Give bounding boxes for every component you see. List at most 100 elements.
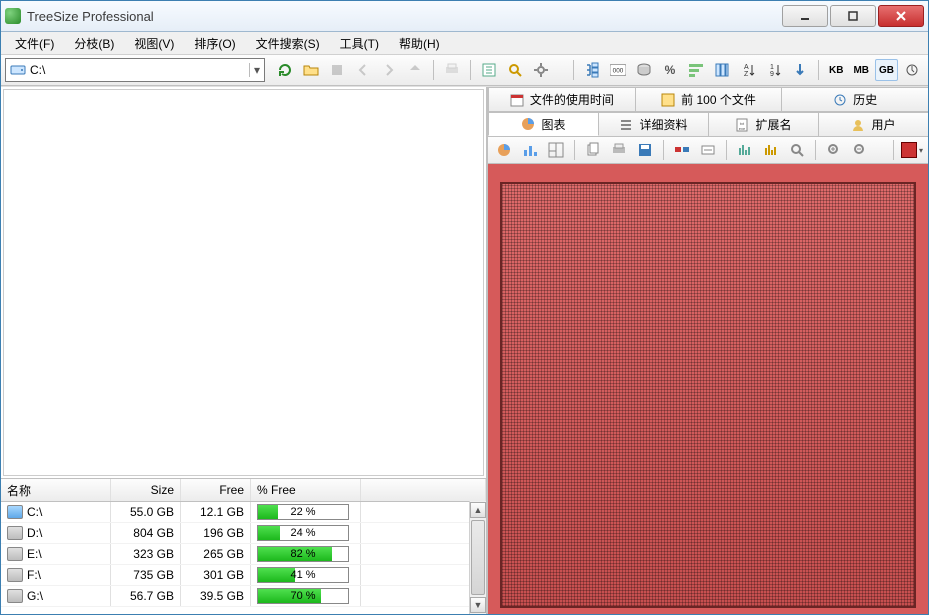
percent-button[interactable]: %	[658, 58, 682, 82]
options-button[interactable]	[529, 58, 553, 82]
content: 名称 Size Free % Free C:\55.0 GB12.1 GB22 …	[1, 86, 928, 614]
color-swatch-icon	[901, 142, 917, 158]
col-label: Free	[219, 483, 244, 497]
open-folder-button[interactable]	[299, 58, 323, 82]
tab-extensions[interactable]: txtexe 扩展名	[708, 112, 819, 136]
back-icon	[355, 62, 371, 78]
stop-button[interactable]	[325, 58, 349, 82]
tab-label: 扩展名	[755, 116, 791, 133]
unit-kb-button[interactable]: KB	[825, 59, 847, 81]
chart-labels-button[interactable]	[696, 138, 720, 162]
chart-pie-button[interactable]	[492, 138, 516, 162]
unit-label: MB	[853, 65, 869, 76]
chart-print-button[interactable]	[607, 138, 631, 162]
col-free[interactable]: Free	[181, 479, 251, 501]
tree-mode-button[interactable]	[580, 58, 604, 82]
close-button[interactable]	[878, 5, 924, 27]
allocated-button[interactable]	[632, 58, 656, 82]
treemap-icon	[548, 142, 564, 158]
left-pane: 名称 Size Free % Free C:\55.0 GB12.1 GB22 …	[1, 87, 487, 614]
minimize-button[interactable]	[782, 5, 828, 27]
cell-rest	[361, 502, 486, 522]
toolbar-separator	[815, 140, 816, 160]
scroll-thumb[interactable]	[471, 520, 485, 595]
auto-unit-button[interactable]	[900, 58, 924, 82]
table-row[interactable]: G:\56.7 GB39.5 GB70 %	[1, 586, 486, 607]
columns-button[interactable]	[710, 58, 734, 82]
menu-sort[interactable]: 排序(O)	[184, 32, 245, 54]
menu-tools[interactable]: 工具(T)	[330, 32, 389, 54]
digit-grouping-button[interactable]: 000	[606, 58, 630, 82]
table-row[interactable]: C:\55.0 GB12.1 GB22 %	[1, 502, 486, 523]
toolbar-separator	[726, 140, 727, 160]
printer-icon	[444, 62, 460, 78]
refresh-button[interactable]	[273, 58, 297, 82]
chart-copy-button[interactable]	[581, 138, 605, 162]
sort-desc-button[interactable]	[788, 58, 812, 82]
print-button[interactable]	[440, 58, 464, 82]
chart-save-button[interactable]	[633, 138, 657, 162]
menu-search[interactable]: 文件搜索(S)	[246, 32, 330, 54]
chart-3d-button[interactable]	[670, 138, 694, 162]
forward-button[interactable]	[377, 58, 401, 82]
thousand-icon: 000	[610, 62, 626, 78]
label-icon	[700, 142, 716, 158]
tab-file-age[interactable]: 文件的使用时间	[488, 87, 636, 111]
col-size[interactable]: Size	[111, 479, 181, 501]
path-combo-value: C:\	[30, 63, 45, 77]
sort-az-button[interactable]: AZ	[736, 58, 760, 82]
pfree-bar: 70 %	[257, 588, 349, 604]
tab-details[interactable]: 详细资料	[598, 112, 709, 136]
tree-view[interactable]	[3, 89, 484, 476]
drive-icon	[10, 62, 26, 78]
unit-gb-button[interactable]: GB	[875, 59, 898, 81]
treemap-root-block[interactable]	[500, 182, 916, 608]
chart-zoomin-button[interactable]	[822, 138, 846, 162]
path-combo[interactable]: C:\ ▾	[5, 58, 265, 82]
chart-zoom-button[interactable]	[785, 138, 809, 162]
menu-branch[interactable]: 分枝(B)	[64, 32, 124, 54]
percent-icon: %	[665, 63, 676, 77]
tab-users[interactable]: 用户	[818, 112, 928, 136]
menu-label: 分枝(B)	[74, 35, 114, 52]
chart-area[interactable]	[488, 164, 928, 614]
svg-text:exe: exe	[739, 126, 746, 131]
drive-table: 名称 Size Free % Free C:\55.0 GB12.1 GB22 …	[1, 479, 486, 614]
menu-help[interactable]: 帮助(H)	[389, 32, 450, 54]
table-row[interactable]: D:\804 GB196 GB24 %	[1, 523, 486, 544]
cell-pfree: 24 %	[251, 523, 361, 543]
maximize-button[interactable]	[830, 5, 876, 27]
back-button[interactable]	[351, 58, 375, 82]
cell-name: G:\	[1, 586, 111, 606]
menu-file[interactable]: 文件(F)	[5, 32, 64, 54]
chevron-down-icon: ▾	[249, 63, 260, 77]
menu-view[interactable]: 视图(V)	[124, 32, 184, 54]
scroll-up-button[interactable]: ▲	[470, 502, 486, 518]
chart-limit-button[interactable]	[759, 138, 783, 162]
show-bars-button[interactable]	[684, 58, 708, 82]
system-drive-icon	[7, 505, 23, 519]
chart-treemap-button[interactable]	[544, 138, 568, 162]
close-icon	[895, 10, 907, 22]
scroll-down-button[interactable]: ▼	[470, 597, 486, 613]
tab-history[interactable]: 历史	[781, 87, 928, 111]
table-row[interactable]: F:\735 GB301 GB41 %	[1, 565, 486, 586]
unit-mb-button[interactable]: MB	[849, 59, 873, 81]
drive-table-scrollbar[interactable]: ▲ ▼	[469, 501, 486, 614]
export-button[interactable]	[477, 58, 501, 82]
chart-color-button[interactable]: ▾	[900, 138, 924, 162]
tab-top-100[interactable]: 前 100 个文件	[635, 87, 783, 111]
sort-19-button[interactable]: 19	[762, 58, 786, 82]
up-button[interactable]	[403, 58, 427, 82]
svg-text:A: A	[744, 64, 749, 71]
menu-label: 工具(T)	[340, 35, 379, 52]
chart-bar-button[interactable]	[518, 138, 542, 162]
chart-levels-button[interactable]	[733, 138, 757, 162]
cell-size: 804 GB	[111, 523, 181, 543]
search-button[interactable]	[503, 58, 527, 82]
tab-chart[interactable]: 图表	[488, 112, 599, 136]
chart-zoomout-button[interactable]	[848, 138, 872, 162]
col-name[interactable]: 名称	[1, 479, 111, 501]
table-row[interactable]: E:\323 GB265 GB82 %	[1, 544, 486, 565]
col-pfree[interactable]: % Free	[251, 479, 361, 501]
